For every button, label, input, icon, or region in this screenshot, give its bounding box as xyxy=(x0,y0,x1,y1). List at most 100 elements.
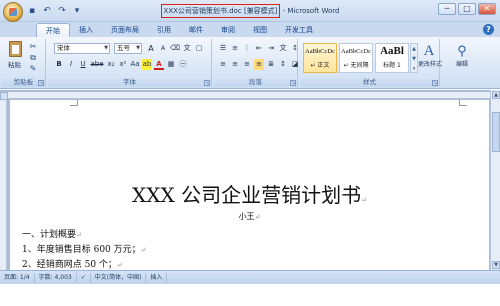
paragraph-list-row: ☰ ≡ ⋮ ⇤ ⇥ 文 ↕ xyxy=(218,43,300,54)
styles-scroll[interactable]: ▲ ▼ ▾ xyxy=(410,43,418,73)
highlight-button[interactable]: ab xyxy=(142,59,152,70)
font-name-select[interactable]: 宋体 ▼ xyxy=(54,43,110,54)
font-color-button[interactable]: A xyxy=(154,59,164,70)
tab-review[interactable]: 审阅 xyxy=(212,23,244,38)
spell-check-icon[interactable]: ✓ xyxy=(77,272,91,283)
editing-button[interactable]: ⚲ 编辑 xyxy=(450,41,474,77)
strikethrough-button[interactable]: abe xyxy=(90,59,104,70)
style-name: ↵ 正文 xyxy=(310,62,330,69)
style-sample: AaBbCcDc xyxy=(305,48,335,55)
phonetic-guide-icon[interactable]: 文 xyxy=(182,43,192,54)
multilevel-list-icon[interactable]: ⋮ xyxy=(242,43,252,54)
ribbon-tab-bar: 开始 插入 页面布局 引用 邮件 审阅 视图 开发工具 ? xyxy=(0,22,500,38)
bullets-icon[interactable]: ☰ xyxy=(218,43,228,54)
format-painter-icon[interactable]: ✎ xyxy=(28,64,38,74)
ruler-toggle[interactable] xyxy=(0,92,8,100)
page-count[interactable]: 页面: 1/4 xyxy=(0,272,35,283)
style-sample: AaBbCcDc xyxy=(341,48,371,55)
paragraph-group: ☰ ≡ ⋮ ⇤ ⇥ 文 ↕ ≡ ≡ ≡ ≡ ≣ ↕ ◪ 段落 ↘ xyxy=(214,39,298,87)
margin-mark xyxy=(70,100,78,106)
tab-insert[interactable]: 插入 xyxy=(70,23,102,38)
vertical-ruler[interactable] xyxy=(0,100,7,270)
vertical-scrollbar[interactable]: ▲ ▼ xyxy=(490,90,500,270)
document-line-text: 2、经销商网点 50 个； xyxy=(22,260,117,270)
justify-icon[interactable]: ≡ xyxy=(254,59,264,70)
line-spacing-icon[interactable]: ↕ xyxy=(278,59,288,70)
enclose-chars-icon[interactable]: ㊀ xyxy=(178,59,188,70)
chevron-down-icon: ▼ xyxy=(104,45,108,51)
copy-icon[interactable]: ⧉ xyxy=(28,53,38,63)
change-case-button[interactable]: Aa xyxy=(130,59,140,70)
scroll-down-icon[interactable]: ▼ xyxy=(492,261,500,269)
scroll-thumb[interactable] xyxy=(492,112,500,152)
word-window: ▪ ↶ ↷ ▾ XXX公司营销策划书.doc [兼容模式] - Microsof… xyxy=(0,0,500,306)
style-no-spacing[interactable]: AaBbCcDc ↵ 无间隔 xyxy=(339,43,373,73)
bold-button[interactable]: B xyxy=(54,59,64,70)
window-controls: ─ □ ✕ xyxy=(438,3,496,15)
editing-label: 编辑 xyxy=(455,61,468,68)
styles-launcher-icon[interactable]: ↘ xyxy=(432,80,438,86)
horizontal-ruler[interactable] xyxy=(8,92,490,99)
language-indicator[interactable]: 中文(简体，中国) xyxy=(91,272,147,283)
style-heading-1[interactable]: AaBl 标题 1 xyxy=(375,43,409,73)
document-title-text: XXX 公司企业营销计划书 xyxy=(132,183,362,207)
shading-icon[interactable]: ◪ xyxy=(290,59,300,70)
maximize-button[interactable]: □ xyxy=(458,3,476,15)
below-window xyxy=(0,284,500,306)
style-sample: AaBl xyxy=(380,45,404,57)
align-right-icon[interactable]: ≡ xyxy=(242,59,252,70)
tab-mailings[interactable]: 邮件 xyxy=(180,23,212,38)
ribbon: 粘贴 ✂ ⧉ ✎ 剪贴板 ↘ 宋体 ▼ 五号 ▼ A A ⌫ 文 ▢ B I U… xyxy=(0,37,500,89)
decrease-indent-icon[interactable]: ⇤ xyxy=(254,43,264,54)
document-page[interactable]: XXX 公司企业营销计划书↵ 小王↵ 一、计划概要↵ 1、年度销售目标 600 … xyxy=(10,100,489,270)
align-center-icon[interactable]: ≡ xyxy=(230,59,240,70)
subscript-button[interactable]: x₂ xyxy=(106,59,116,70)
numbering-icon[interactable]: ≡ xyxy=(230,43,240,54)
superscript-button[interactable]: x² xyxy=(118,59,128,70)
scroll-up-icon[interactable]: ▲ xyxy=(492,91,500,99)
paragraph-group-label: 段落 xyxy=(214,78,297,87)
font-group: 宋体 ▼ 五号 ▼ A A ⌫ 文 ▢ B I U abe x₂ x² Aa a… xyxy=(48,39,212,87)
char-border-icon[interactable]: ▢ xyxy=(194,43,204,54)
style-name: ↵ 无间隔 xyxy=(343,62,369,69)
tab-developer[interactable]: 开发工具 xyxy=(276,23,322,38)
paste-button[interactable]: 粘贴 xyxy=(6,41,24,69)
font-size-tools: A A ⌫ 文 ▢ xyxy=(146,43,204,54)
editing-group: ⚲ 编辑 xyxy=(442,39,492,87)
style-normal[interactable]: AaBbCcDc ↵ 正文 xyxy=(303,43,337,73)
clear-format-icon[interactable]: ⌫ xyxy=(170,43,180,54)
cut-icon[interactable]: ✂ xyxy=(28,42,38,52)
tab-view[interactable]: 视图 xyxy=(244,23,276,38)
status-bar: 页面: 1/4 字数: 4,003 ✓ 中文(简体，中国) 插入 xyxy=(0,270,500,284)
insert-mode[interactable]: 插入 xyxy=(146,272,168,283)
clipboard-launcher-icon[interactable]: ↘ xyxy=(38,80,44,86)
tab-home[interactable]: 开始 xyxy=(36,23,70,38)
paragraph-launcher-icon[interactable]: ↘ xyxy=(290,80,296,86)
shrink-font-icon[interactable]: A xyxy=(158,43,168,54)
font-launcher-icon[interactable]: ↘ xyxy=(204,80,210,86)
distributed-icon[interactable]: ≣ xyxy=(266,59,276,70)
align-left-icon[interactable]: ≡ xyxy=(218,59,228,70)
italic-button[interactable]: I xyxy=(66,59,76,70)
clipboard-group: 粘贴 ✂ ⧉ ✎ 剪贴板 ↘ xyxy=(2,39,46,87)
styles-group-label: 样式 xyxy=(300,78,439,87)
underline-button[interactable]: U xyxy=(78,59,88,70)
change-styles-icon: A xyxy=(423,43,435,59)
close-button[interactable]: ✕ xyxy=(478,3,496,15)
tab-page-layout[interactable]: 页面布局 xyxy=(102,23,148,38)
chinese-layout-icon[interactable]: 文 xyxy=(278,43,288,54)
char-shading-icon[interactable]: ▦ xyxy=(166,59,176,70)
sort-icon[interactable]: ↕ xyxy=(290,43,300,54)
find-binoculars-icon: ⚲ xyxy=(457,43,467,58)
word-count[interactable]: 字数: 4,003 xyxy=(35,272,77,283)
paragraph-mark: ↵ xyxy=(116,261,123,269)
change-styles-button[interactable]: A 更改样式 xyxy=(418,41,442,77)
grow-font-icon[interactable]: A xyxy=(146,43,156,54)
font-size-select[interactable]: 五号 ▼ xyxy=(114,43,142,54)
tab-references[interactable]: 引用 xyxy=(148,23,180,38)
increase-indent-icon[interactable]: ⇥ xyxy=(266,43,276,54)
help-icon[interactable]: ? xyxy=(483,24,494,35)
minimize-button[interactable]: ─ xyxy=(438,3,456,15)
window-title: XXX公司营销策划书.doc [兼容模式] - Microsoft Word xyxy=(0,4,500,18)
chevron-down-icon: ▼ xyxy=(136,45,140,51)
